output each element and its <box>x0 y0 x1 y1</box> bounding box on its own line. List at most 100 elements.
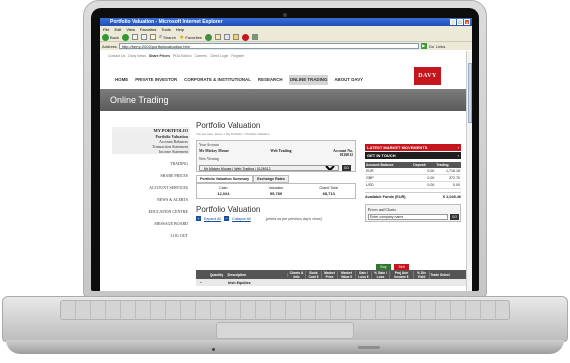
nav-home[interactable]: HOME <box>114 75 129 85</box>
go-label[interactable]: Go <box>429 44 434 49</box>
prices-charts-box: Prices and Charts Enter company name GO <box>365 204 461 222</box>
link-pda-edition[interactable]: PDA Edition <box>173 54 192 58</box>
print-icon[interactable] <box>223 34 230 40</box>
menu-favorites[interactable]: Favorites <box>140 26 156 33</box>
expand-controls: + Expand All − Collapse All [prices as p… <box>196 216 356 221</box>
get-in-touch-label: GET IN TOUCH <box>367 153 396 158</box>
link-careers[interactable]: Careers <box>195 54 207 58</box>
close-icon[interactable]: × <box>464 19 470 25</box>
account-select[interactable]: Mr Mickey Mouse | Web Trading | 0126012 <box>199 165 339 171</box>
menu-view[interactable]: View <box>126 26 135 33</box>
get-in-touch-bar[interactable]: GET IN TOUCH › <box>365 152 461 159</box>
main-content: Portfolio Valuation You are here: Home >… <box>196 117 356 221</box>
summary-grand-total-label: Grand Total <box>319 186 338 190</box>
maximize-icon[interactable]: □ <box>457 19 463 25</box>
available-funds: Available Funds (EUR) € 2,045.46 <box>365 192 461 199</box>
folder-icon[interactable] <box>232 34 239 40</box>
sidebar-item-news-alerts[interactable]: NEWS & ALERTS <box>112 197 190 202</box>
chevron-right-icon: › <box>457 145 459 150</box>
nav-about-davy[interactable]: ABOUT DAVY <box>333 75 364 85</box>
messenger-icon[interactable] <box>251 34 258 40</box>
tab-exchange-rates[interactable]: Exchange Rates <box>253 175 289 183</box>
collapse-icon[interactable]: − <box>223 216 229 221</box>
sidebar-item-trading[interactable]: TRADING <box>112 161 190 166</box>
now-viewing-label: Now Viewing <box>199 157 219 161</box>
menu-edit[interactable]: Edit <box>114 26 121 33</box>
laptop-front-edge <box>6 340 564 354</box>
address-input[interactable]: http://berry:2002/portfoliovaluation.htm <box>118 43 419 49</box>
balance-deposit: 0.00 <box>412 181 436 189</box>
link-share-prices[interactable]: Share Prices <box>149 54 170 58</box>
sidebar-item-income-statement[interactable]: Income Statement <box>112 149 190 154</box>
expand-icon[interactable]: + <box>196 216 201 221</box>
sidebar-item-log-out[interactable]: LOG OUT <box>112 233 190 238</box>
mail-icon[interactable] <box>214 34 221 40</box>
account-name: Mr Mickey Mouse <box>199 149 229 153</box>
window-controls: _ □ × <box>450 19 470 25</box>
col-charts: Charts & Info <box>288 270 306 279</box>
breadcrumb: You are here: Home > My Portfolio > Port… <box>196 132 270 136</box>
vertical-scrollbar[interactable] <box>466 51 472 291</box>
stop-sign-icon[interactable] <box>241 33 249 41</box>
link-register[interactable]: Register <box>231 54 244 58</box>
company-search-input[interactable]: Enter company name <box>368 214 448 220</box>
link-client-login[interactable]: Client Login <box>210 54 228 58</box>
col-gain-loss: Gain / Loss € <box>356 270 372 279</box>
menu-tools[interactable]: Tools <box>161 26 170 33</box>
refresh-icon[interactable] <box>140 34 147 40</box>
summary-cash-value: 12,024 <box>217 191 230 196</box>
row-collapse-icon[interactable]: − <box>196 281 206 285</box>
summary-valuation-value: 55,789 <box>269 191 283 196</box>
nav-online-trading[interactable]: ONLINE TRADING <box>288 75 329 85</box>
sidebar-item-share-prices[interactable]: SHARE PRICES <box>112 173 190 178</box>
camera-icon <box>283 13 287 17</box>
summary-valuation: Valuation 55,789 <box>250 184 303 198</box>
address-label: Address <box>102 43 117 49</box>
summary-cash-label: Cash <box>219 186 228 190</box>
company-go-button[interactable]: GO <box>450 214 459 220</box>
col-description: Description <box>228 272 288 277</box>
col-div-yield: % Div Yield <box>414 270 430 279</box>
scrollbar-thumb[interactable] <box>468 63 472 123</box>
nav-private-investor[interactable]: PRIVATE INVESTOR <box>134 75 178 85</box>
stop-icon[interactable] <box>131 34 138 40</box>
latest-movements-bar[interactable]: LATEST MARKET MOVEMENTS › <box>365 144 461 151</box>
keyboard <box>60 300 510 320</box>
nav-research[interactable]: RESEARCH <box>257 75 284 85</box>
account-go-button[interactable]: GO <box>342 165 351 171</box>
search-label: Search <box>163 34 176 40</box>
home-icon[interactable] <box>149 34 156 40</box>
sidebar-item-account-services[interactable]: ACCOUNT SERVICES <box>112 185 190 190</box>
balance-trading: 0.00 <box>435 181 461 189</box>
col-book-cost: Book Cost € <box>306 270 322 279</box>
collapse-all-link[interactable]: Collapse All <box>232 217 251 221</box>
links-label[interactable]: Links <box>436 44 445 49</box>
history-icon[interactable] <box>204 33 212 41</box>
latest-movements-label: LATEST MARKET MOVEMENTS <box>367 145 428 150</box>
nav-corporate[interactable]: CORPORATE & INSTITUTIONAL <box>183 75 252 85</box>
tab-valuation-summary[interactable]: Portfolio Valuation Summary <box>196 175 254 183</box>
account-type: Web Trading <box>270 149 292 153</box>
summary-cash: Cash 12,024 <box>197 184 250 198</box>
available-funds-label: Available Funds (EUR) <box>365 195 406 199</box>
sidebar-item-message-board[interactable]: MESSAGE BOARD <box>112 221 190 226</box>
back-button[interactable]: Back <box>102 33 119 41</box>
menu-file[interactable]: File <box>103 26 109 33</box>
summary-grand-total: Grand Total 68,713 <box>302 184 355 198</box>
table-row[interactable]: − Irish Equities <box>196 279 466 286</box>
menu-help[interactable]: Help <box>176 26 184 33</box>
sidebar-item-education-centre[interactable]: EDUCATION CENTRE <box>112 209 190 214</box>
go-arrow-icon[interactable]: ▶ <box>420 43 427 49</box>
right-column: LATEST MARKET MOVEMENTS › GET IN TOUCH ›… <box>365 144 461 222</box>
main-nav: HOME PRIVATE INVESTOR CORPORATE & INSTIT… <box>114 75 448 85</box>
expand-all-link[interactable]: Expand All <box>204 217 221 221</box>
sidebar-heading[interactable]: MY PORTFOLIO <box>112 127 190 134</box>
search-button[interactable]: ⌕ Search <box>159 34 176 41</box>
forward-arrow-icon[interactable] <box>121 33 129 41</box>
link-contact-us[interactable]: Contact Us <box>108 54 125 58</box>
prices-charts-title: Prices and Charts <box>368 207 396 212</box>
sidebar: MY PORTFOLIO Portfolio Valuation Account… <box>112 117 190 289</box>
favorites-button[interactable]: ★ Favorites <box>179 34 202 41</box>
minimize-icon[interactable]: _ <box>450 19 456 25</box>
link-davy-news[interactable]: Davy News <box>128 54 146 58</box>
